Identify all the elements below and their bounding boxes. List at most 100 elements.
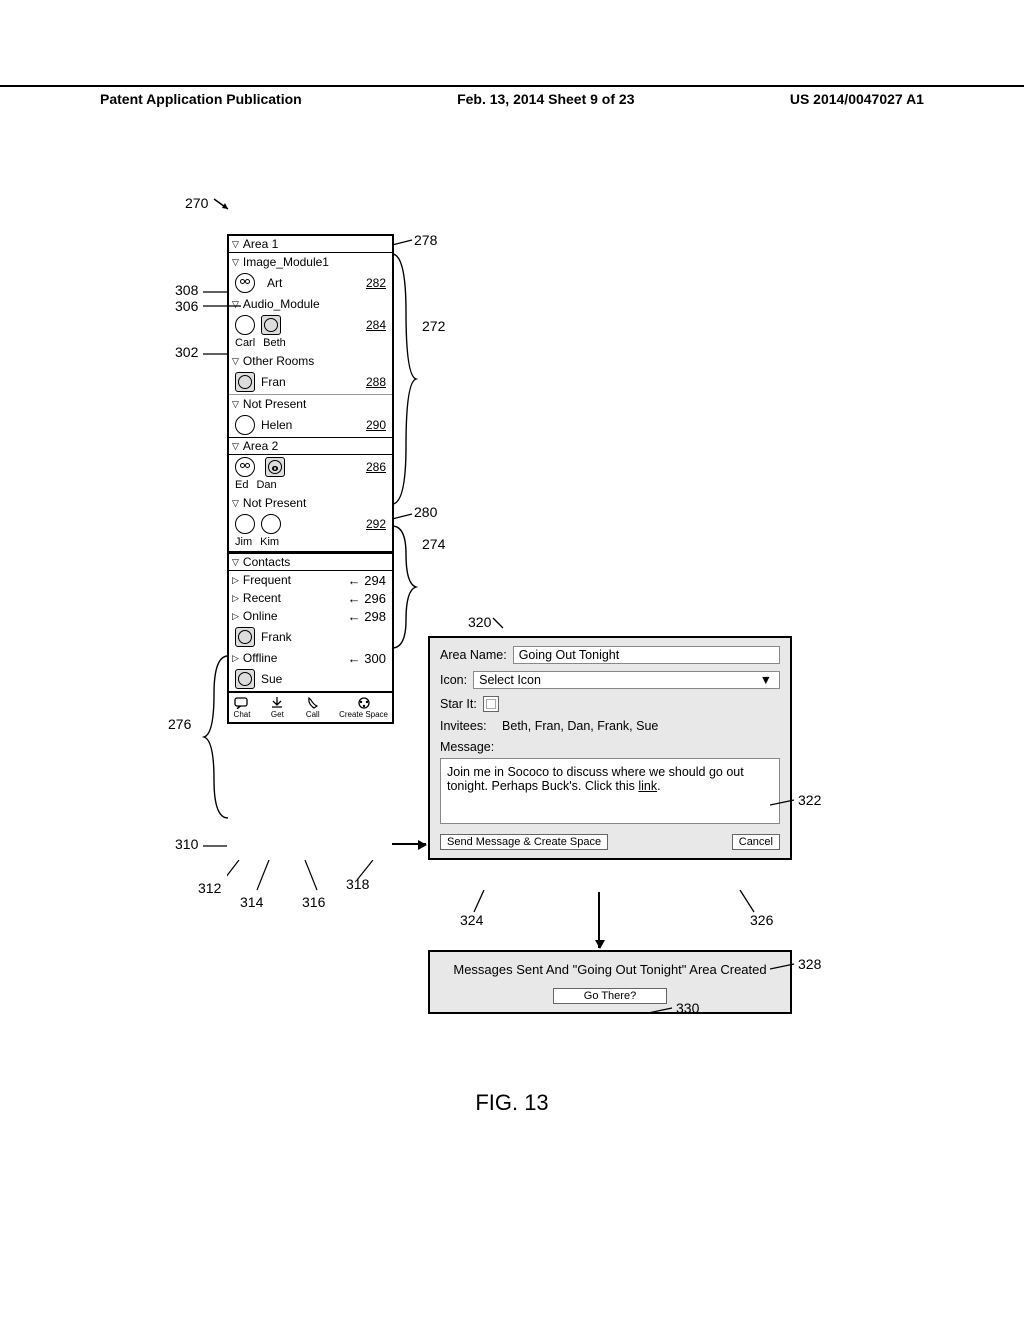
user-sue: Sue [261,672,282,686]
header-right: US 2014/0047027 A1 [790,91,924,107]
ref-298: ← 298 [348,609,386,624]
audio-module-row: 284 [229,313,392,337]
ref-328: 328 [798,956,821,972]
contacts-section: ▽Contacts ▷Frequent← 294 ▷Recent← 296 ▷O… [229,552,392,691]
image-module-row: Art 282 [229,271,392,295]
online-user-row: Frank [229,625,392,649]
message-input[interactable]: Join me in Sococo to discuss where we sh… [440,758,780,824]
not-present-row-1: Helen 290 [229,413,392,437]
contacts-header[interactable]: ▽Contacts [229,554,392,571]
dropdown-icon[interactable]: ▼ [760,673,772,687]
not-present-label-2: Not Present [243,496,306,510]
cancel-button[interactable]: Cancel [732,834,780,850]
contacts-title: Contacts [243,555,290,569]
brace-276 [202,654,228,820]
star-checkbox[interactable] [483,696,499,712]
ref-282: 282 [366,276,386,290]
dialog-buttons: Send Message & Create Space Cancel [440,834,780,850]
icon-select[interactable]: Select Icon [473,671,780,689]
area1-header[interactable]: ▽Area 1 [229,236,392,253]
avatar-beth[interactable] [261,315,281,335]
get-icon [268,696,286,710]
create-space-dialog: Area Name: Going Out Tonight Icon: Selec… [428,636,792,860]
avatar-ed[interactable] [235,457,255,477]
invitees-value: Beth, Fran, Dan, Frank, Sue [502,719,658,733]
ref-322: 322 [798,792,821,808]
ref-326: 326 [750,912,773,928]
message-label: Message: [440,740,780,754]
ref-306: 306 [175,298,198,314]
avatar-fran[interactable] [235,372,255,392]
ref-284: 284 [366,318,386,332]
image-module-header[interactable]: ▽Image_Module1 [229,253,392,271]
area-name-row: Area Name: Going Out Tonight [440,646,780,664]
ref-300: ← 300 [348,651,386,666]
ref-290: 290 [366,418,386,432]
ref-292: 292 [366,517,386,531]
user-helen: Helen [261,418,292,432]
figure-label: FIG. 13 [0,1090,1024,1116]
message-link[interactable]: link [638,779,657,793]
avatar-carl[interactable] [235,315,255,335]
offline-label: Offline [243,651,277,665]
triangle-down-icon: ▽ [232,257,239,268]
header-center: Feb. 13, 2014 Sheet 9 of 23 [457,91,634,107]
icon-row: Icon: Select Icon ▼ [440,671,780,689]
create-space-button[interactable]: Create Space [339,696,388,719]
not-present-row-2: 292 [229,512,392,536]
root-ref-label: 270 [185,195,232,211]
avatar-sue[interactable] [235,669,255,689]
ref-312: 312 [198,880,221,896]
avatar-kim[interactable] [261,514,281,534]
call-icon [304,696,322,710]
brace-274 [392,524,418,650]
other-rooms-header[interactable]: ▽Other Rooms [229,352,392,370]
avatar-art[interactable] [235,273,255,293]
offline-user-row: Sue [229,667,392,691]
call-label: Call [306,710,320,719]
avatar-jim[interactable] [235,514,255,534]
ref-296: ← 296 [348,591,386,606]
area-name-input[interactable]: Going Out Tonight [513,646,780,664]
area1-section: ▽Area 1 ▽Image_Module1 Art 282 ▽Audio_Mo… [229,236,392,438]
area1-title: Area 1 [243,237,278,251]
confirm-text: Messages Sent And "Going Out Tonight" Ar… [440,962,780,977]
triangle-right-icon: ▷ [232,611,239,622]
area2-header[interactable]: ▽Area 2 [229,438,392,455]
not-present-header-1[interactable]: ▽Not Present [229,394,392,413]
not-present-header-2[interactable]: ▽Not Present [229,494,392,512]
triangle-right-icon: ▷ [232,575,239,586]
lead-306 [203,304,241,312]
ref-294: ← 294 [348,573,386,588]
avatar-dan[interactable] [265,457,285,477]
call-button[interactable]: Call [304,696,322,719]
online-row[interactable]: ▷Online← 298 [229,607,392,625]
other-rooms-label: Other Rooms [243,354,314,368]
avatar-frank[interactable] [235,627,255,647]
not-present-label-1: Not Present [243,397,306,411]
offline-row[interactable]: ▷Offline← 300 [229,649,392,667]
audio-module-names: CarlBeth [229,337,392,352]
frequent-label: Frequent [243,573,291,587]
arrow-to-confirm [598,892,600,948]
ref-314: 314 [240,894,263,910]
triangle-down-icon: ▽ [232,441,239,452]
chat-icon [233,696,251,710]
recent-row[interactable]: ▷ Recent ← 296 [229,589,392,607]
area2-section: ▽Area 2 286 EdDan ▽Not Present 292 JimKi… [229,438,392,552]
frequent-row[interactable]: ▷ Frequent ← 294 [229,571,392,589]
go-there-button[interactable]: Go There? [553,988,667,1004]
sidebar-panel: ▽Area 1 ▽Image_Module1 Art 282 ▽Audio_Mo… [227,234,394,724]
not-present-names-2: JimKim [229,536,392,551]
avatar-helen[interactable] [235,415,255,435]
get-button[interactable]: Get [268,696,286,719]
confirm-dialog: Messages Sent And "Going Out Tonight" Ar… [428,950,792,1014]
user-art: Art [267,276,282,290]
recent-label: Recent [243,591,281,605]
ref-272: 272 [422,318,445,334]
send-button[interactable]: Send Message & Create Space [440,834,608,850]
triangle-right-icon: ▷ [232,593,239,604]
audio-module-header[interactable]: ▽Audio_Module [229,295,392,313]
chat-button[interactable]: Chat [233,696,251,719]
user-fran: Fran [261,375,286,389]
